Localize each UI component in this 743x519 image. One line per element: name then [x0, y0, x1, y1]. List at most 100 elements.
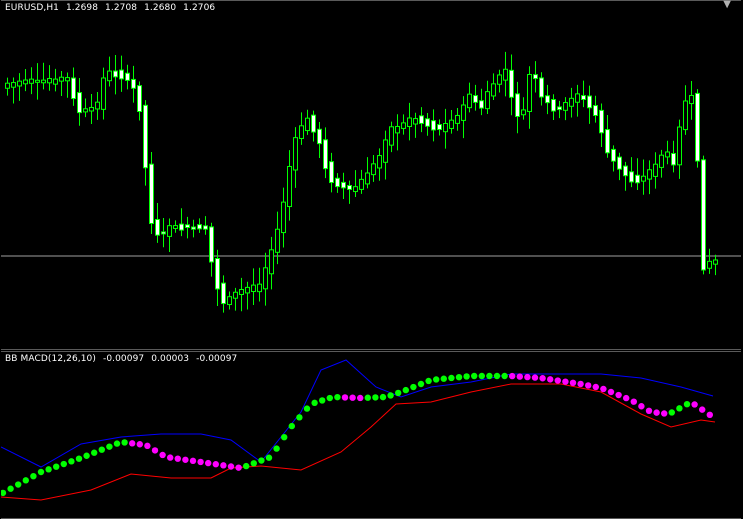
candle-body — [611, 148, 616, 162]
candle-body — [455, 114, 460, 124]
candle-body — [293, 137, 298, 171]
candle-body — [689, 94, 694, 105]
candle-body — [311, 114, 316, 133]
candle-body — [503, 68, 508, 81]
candle-body — [227, 296, 232, 306]
candle-body — [317, 128, 322, 145]
candle-body — [695, 92, 700, 162]
candle-body — [683, 100, 688, 131]
candle-body — [287, 165, 292, 208]
candle-body — [527, 73, 532, 112]
macd-dot-rising — [668, 409, 675, 416]
macd-dot-rising — [68, 458, 75, 465]
candle-body — [269, 249, 274, 275]
macd-dot-rising — [501, 372, 508, 380]
candle-body — [443, 122, 448, 133]
candle-body — [635, 174, 640, 184]
macd-dot-rising — [1, 489, 7, 497]
macd-dot-falling — [638, 403, 645, 410]
macd-dot-falling — [227, 463, 235, 470]
macd-dot-rising — [53, 463, 60, 470]
candle-body — [557, 106, 562, 111]
candle-body — [281, 201, 286, 234]
macd-dot-falling — [516, 373, 523, 380]
candle-body — [23, 79, 28, 85]
candle-body — [143, 104, 148, 169]
candle-body — [257, 283, 262, 293]
macd-dot-falling — [189, 457, 197, 465]
macd-dot-rising — [98, 446, 106, 453]
candle-body — [593, 105, 598, 116]
candle-body — [335, 177, 340, 188]
candle-body — [449, 119, 454, 129]
candle-body — [275, 228, 280, 253]
candle-body — [665, 151, 670, 158]
macd-dot-rising — [113, 440, 121, 447]
candle-body — [509, 69, 514, 98]
macd-dot-rising — [433, 376, 440, 383]
macd-dot-rising — [7, 485, 14, 492]
candle-body — [119, 69, 124, 80]
macd-dot-falling — [691, 401, 698, 408]
macd-dot-falling — [615, 391, 622, 399]
candle-body — [401, 122, 406, 129]
candle-body — [647, 169, 652, 180]
candle-body — [125, 72, 130, 81]
candle-body — [389, 126, 394, 146]
macd-dot-rising — [326, 394, 333, 402]
macd-dot-falling — [136, 441, 143, 448]
candle-body — [161, 231, 166, 235]
candle-body — [599, 109, 604, 134]
macd-dot-rising — [395, 389, 402, 397]
macd-dot-falling — [357, 394, 364, 402]
macd-dot-rising — [45, 466, 52, 473]
candle-body — [149, 163, 154, 224]
macd-dot-falling — [167, 454, 174, 461]
candle-body — [83, 108, 88, 113]
macd-dot-rising — [75, 455, 83, 462]
candle-body — [323, 139, 328, 170]
candle-body — [233, 291, 238, 299]
indicator-pane[interactable]: BB MACD(12,26,10) -0.00097 0.00003 -0.00… — [1, 351, 741, 519]
lower-band-line — [1, 383, 716, 501]
candle-body — [431, 120, 436, 131]
candle-body — [179, 223, 184, 231]
candle-body — [479, 100, 484, 109]
macd-dot-rising — [273, 445, 280, 452]
candle-body — [395, 125, 400, 134]
candle-body — [137, 85, 142, 112]
candle-body — [5, 82, 10, 89]
macd-dot-rising — [60, 460, 67, 468]
candle-body — [563, 102, 568, 111]
candle-body — [167, 225, 172, 237]
candle-body — [341, 181, 346, 189]
macd-dot-rising — [440, 375, 447, 382]
candle-body — [581, 95, 586, 101]
candle-body — [203, 225, 208, 230]
price-chart-pane[interactable]: EURUSD,H1 1.2698 1.2708 1.2680 1.2706 ▼ — [1, 0, 741, 350]
candle-body — [671, 152, 676, 166]
candle-body — [461, 104, 466, 121]
candle-body — [419, 115, 424, 124]
macd-dot-falling — [547, 376, 554, 383]
macd-dot-falling — [509, 372, 516, 380]
candle-body — [155, 218, 160, 236]
candle-body — [377, 155, 382, 169]
candle-body — [41, 79, 46, 84]
candle-body — [713, 259, 718, 265]
candle-body — [59, 76, 64, 82]
macd-dot-falling — [577, 380, 584, 388]
candle-body — [641, 175, 646, 182]
candle-body — [359, 178, 364, 190]
candle-body — [191, 226, 196, 230]
candle-body — [47, 78, 52, 84]
candle-body — [617, 156, 622, 170]
candle-body — [197, 224, 202, 230]
candle-body — [101, 77, 106, 110]
macd-dot-falling — [182, 456, 189, 463]
candle-body — [677, 126, 682, 166]
candle-body — [329, 161, 334, 184]
candle-body — [653, 163, 658, 177]
candle-body — [425, 118, 430, 127]
bb-macd-plot — [1, 359, 716, 501]
